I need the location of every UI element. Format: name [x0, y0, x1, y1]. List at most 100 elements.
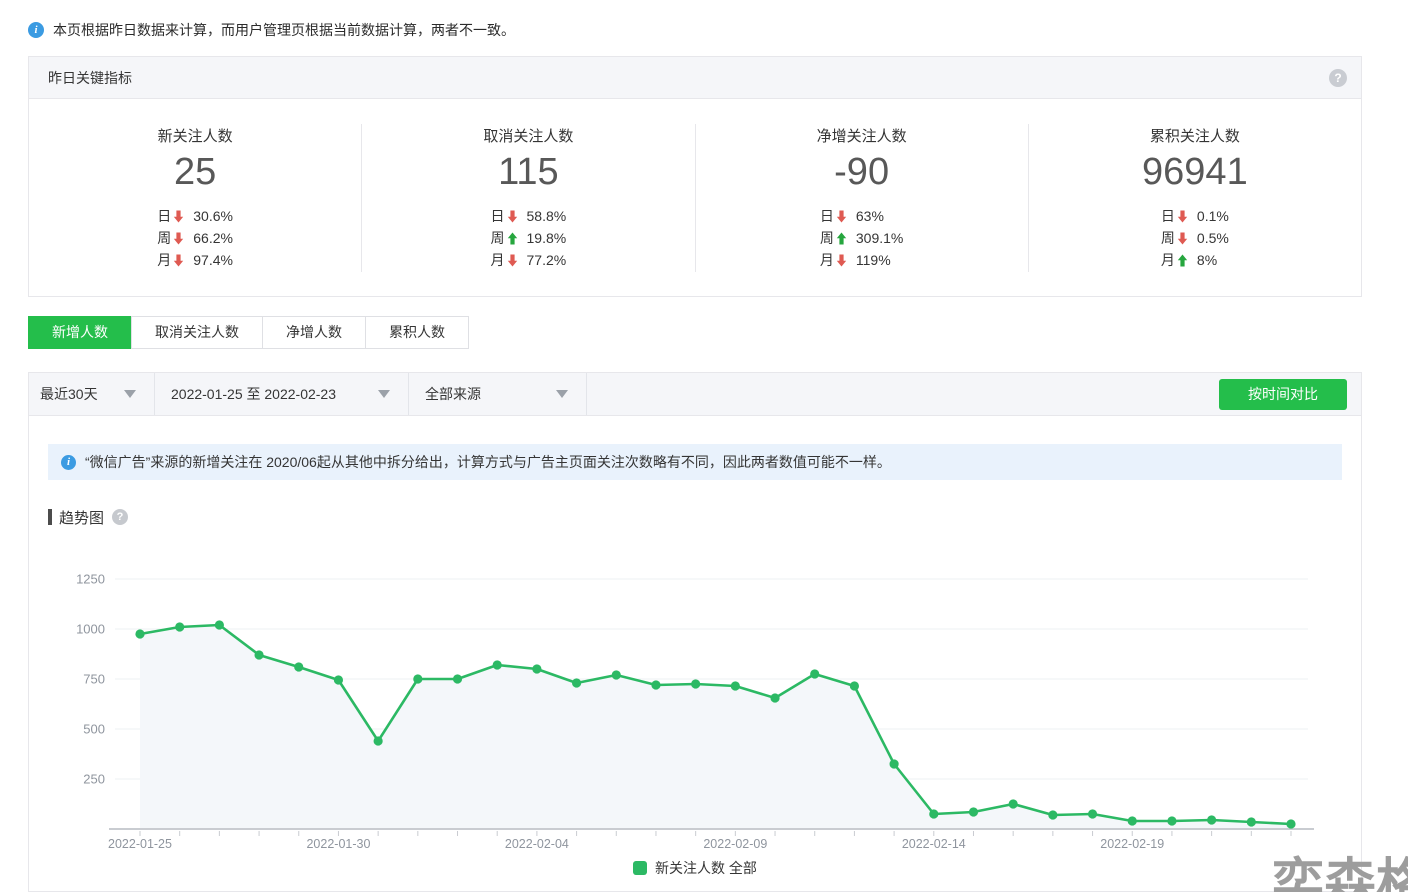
trend-value: 30.6% [193, 206, 233, 227]
trend-chart-canvas: 250 500 750 1000 1250 2022-01-25 2022-01-30 202… [29, 567, 1361, 855]
key-metrics-header: 昨日关键指标 ? [29, 57, 1361, 99]
trend-chart-title-row: 趋势图 ? [48, 507, 1361, 527]
metric-label: 净增关注人数 [696, 125, 1028, 146]
trend-arrow-icon [173, 228, 193, 249]
info-icon: i [28, 22, 44, 38]
metric-label: 取消关注人数 [362, 125, 694, 146]
help-icon[interactable]: ? [1329, 69, 1347, 87]
filter-time-preset-label: 最近30天 [40, 384, 98, 404]
trend-panel: 最近30天 2022-01-25 至 2022-02-23 全部来源 按时间对比… [28, 372, 1362, 892]
page: i 本页根据昨日数据来计算，而用户管理页根据当前数据计算，两者不一致。 昨日关键… [0, 0, 1408, 892]
metric-label: 新关注人数 [29, 125, 361, 146]
trend-value: 63% [856, 206, 903, 227]
filter-date-range[interactable]: 2022-01-25 至 2022-02-23 [155, 373, 409, 415]
svg-text:2022-02-09: 2022-02-09 [703, 837, 767, 851]
svg-text:500: 500 [83, 722, 105, 737]
filter-source[interactable]: 全部来源 [409, 373, 587, 415]
trend-arrow-icon [836, 250, 856, 271]
chevron-down-icon [124, 390, 136, 398]
chevron-down-icon [556, 390, 568, 398]
trend-period: 月 [157, 250, 173, 271]
svg-text:2022-02-19: 2022-02-19 [1100, 837, 1164, 851]
key-metrics-panel: 昨日关键指标 ? 新关注人数 25 日 30.6% 周 66.2% 月 97.4% 取… [28, 56, 1362, 297]
trend-value: 119% [856, 250, 903, 271]
filter-bar: 最近30天 2022-01-25 至 2022-02-23 全部来源 按时间对比 [29, 373, 1361, 416]
legend-label: 新关注人数 全部 [655, 858, 757, 878]
metric-tabs: 新增人数 取消关注人数 净增人数 累积人数 [28, 316, 1408, 349]
trend-rows: 日 58.8% 周 19.8% 月 77.2% [491, 206, 567, 271]
metric-value: 96941 [1029, 150, 1361, 194]
metric-value: 115 [362, 150, 694, 194]
tab-cumulative[interactable]: 累积人数 [365, 316, 469, 349]
trend-value: 0.5% [1197, 228, 1229, 249]
trend-value: 58.8% [527, 206, 567, 227]
trend-arrow-icon [836, 206, 856, 227]
trend-period: 周 [157, 228, 173, 249]
watermark: 奕森格 [1272, 858, 1408, 892]
chevron-down-icon [378, 390, 390, 398]
trend-chart-title: 趋势图 [59, 507, 104, 528]
trend-value: 19.8% [527, 228, 567, 249]
trend-arrow-icon [173, 250, 193, 271]
trend-rows: 日 30.6% 周 66.2% 月 97.4% [157, 206, 233, 271]
compare-by-time-button[interactable]: 按时间对比 [1219, 379, 1347, 410]
trend-period: 周 [820, 228, 836, 249]
tab-new-followers[interactable]: 新增人数 [28, 316, 132, 349]
metric-value: -90 [696, 150, 1028, 194]
trend-period: 周 [491, 228, 507, 249]
trend-period: 日 [1161, 206, 1177, 227]
trend-value: 8% [1197, 250, 1229, 271]
trend-period: 月 [820, 250, 836, 271]
trend-arrow-icon [1177, 228, 1197, 249]
trend-period: 日 [157, 206, 173, 227]
svg-text:250: 250 [83, 772, 105, 787]
filter-date-range-label: 2022-01-25 至 2022-02-23 [171, 384, 336, 404]
svg-text:2022-02-04: 2022-02-04 [505, 837, 569, 851]
svg-text:2022-01-25: 2022-01-25 [108, 837, 172, 851]
filter-source-label: 全部来源 [425, 384, 481, 404]
trend-period: 月 [491, 250, 507, 271]
trend-value: 77.2% [527, 250, 567, 271]
svg-text:2022-02-14: 2022-02-14 [902, 837, 966, 851]
svg-text:1250: 1250 [76, 572, 105, 587]
info-icon: i [61, 455, 76, 470]
svg-text:2022-01-30: 2022-01-30 [306, 837, 370, 851]
trend-period: 日 [820, 206, 836, 227]
metric-card-unfollowers: 取消关注人数 115 日 58.8% 周 19.8% 月 77.2% [362, 99, 694, 296]
trend-value: 97.4% [193, 250, 233, 271]
key-metrics-title: 昨日关键指标 [48, 68, 132, 88]
trend-arrow-icon [1177, 206, 1197, 227]
metric-label: 累积关注人数 [1029, 125, 1361, 146]
svg-text:1000: 1000 [76, 622, 105, 637]
legend-marker [633, 861, 647, 875]
tab-unfollowers[interactable]: 取消关注人数 [131, 316, 263, 349]
trend-period: 月 [1161, 250, 1177, 271]
trend-period: 周 [1161, 228, 1177, 249]
metric-value: 25 [29, 150, 361, 194]
trend-arrow-icon [507, 228, 527, 249]
filter-time-preset[interactable]: 最近30天 [29, 373, 155, 415]
metrics-body: 新关注人数 25 日 30.6% 周 66.2% 月 97.4% 取消关注人数 115… [29, 99, 1361, 296]
chart-notice: i “微信广告”来源的新增关注在 2020/06起从其他中拆分给出，计算方式与广… [48, 444, 1342, 480]
tab-net-increase[interactable]: 净增人数 [262, 316, 366, 349]
top-notice: i 本页根据昨日数据来计算，而用户管理页根据当前数据计算，两者不一致。 [0, 0, 1408, 40]
trend-value: 309.1% [856, 228, 903, 249]
svg-text:750: 750 [83, 672, 105, 687]
trend-arrow-icon [836, 228, 856, 249]
metric-card-cumulative: 累积关注人数 96941 日0.1% 周0.5% 月8% [1029, 99, 1361, 296]
trend-rows: 日 63% 周 309.1% 月 119% [820, 206, 903, 271]
trend-arrow-icon [507, 250, 527, 271]
title-marker [48, 509, 52, 525]
trend-rows: 日0.1% 周0.5% 月8% [1161, 206, 1229, 271]
trend-value: 66.2% [193, 228, 233, 249]
metric-card-new-followers: 新关注人数 25 日 30.6% 周 66.2% 月 97.4% [29, 99, 361, 296]
chart-notice-text: “微信广告”来源的新增关注在 2020/06起从其他中拆分给出，计算方式与广告主… [85, 452, 891, 472]
trend-chart: 250 500 750 1000 1250 2022-01-25 2022-01-30 202… [29, 567, 1361, 855]
trend-arrow-icon [1177, 250, 1197, 271]
trend-arrow-icon [173, 206, 193, 227]
trend-period: 日 [491, 206, 507, 227]
trend-arrow-icon [507, 206, 527, 227]
legend-item[interactable]: 新关注人数 全部 [29, 858, 1361, 878]
help-icon[interactable]: ? [112, 509, 128, 525]
top-notice-text: 本页根据昨日数据来计算，而用户管理页根据当前数据计算，两者不一致。 [53, 20, 515, 40]
